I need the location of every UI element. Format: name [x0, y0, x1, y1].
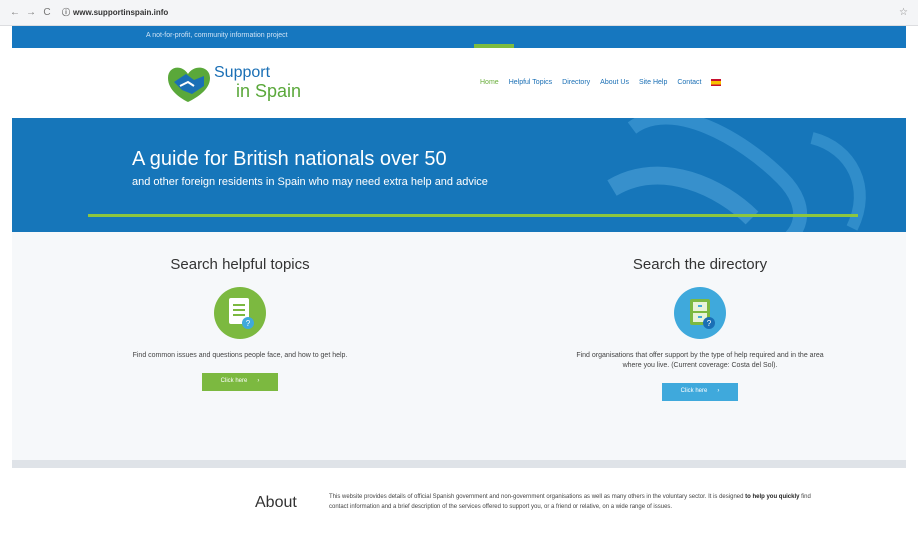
address-bar[interactable]: ⓘ www.supportinspain.info: [62, 7, 168, 18]
nav-helpful-topics[interactable]: Helpful Topics: [509, 79, 552, 86]
tagline: A not-for-profit, community information …: [146, 32, 288, 39]
info-icon[interactable]: ⓘ: [62, 7, 70, 18]
directory-column: Search the directory ? Find organisation…: [568, 232, 832, 401]
checklist-icon[interactable]: ?: [214, 287, 266, 339]
nav-directory[interactable]: Directory: [562, 79, 590, 86]
topics-button-label: Click here: [220, 378, 248, 384]
search-section: Search helpful topics ? Find common issu…: [12, 232, 906, 460]
about-text: This website provides details of officia…: [329, 492, 825, 512]
hero-title: A guide for British nationals over 50: [132, 148, 447, 170]
about-text-part1: This website provides details of officia…: [329, 494, 744, 500]
filing-cabinet-icon[interactable]: ?: [674, 287, 726, 339]
site-header: Support in Spain Home Helpful Topics Dir…: [12, 48, 906, 118]
nav-site-help[interactable]: Site Help: [639, 79, 667, 86]
brand-name-line1[interactable]: Support: [214, 64, 270, 82]
directory-description: Find organisations that offer support by…: [576, 352, 824, 369]
directory-click-here-button[interactable]: Click here ›: [662, 383, 738, 401]
topics-description: Find common issues and questions people …: [132, 352, 348, 359]
nav-home[interactable]: Home: [480, 79, 499, 86]
directory-title: Search the directory: [632, 256, 768, 273]
reload-button[interactable]: C: [40, 7, 54, 18]
nav-about-us[interactable]: About Us: [600, 79, 629, 86]
brand-name-line2[interactable]: in Spain: [236, 81, 301, 102]
url-text: www.supportinspain.info: [73, 8, 169, 17]
svg-text:?: ?: [707, 319, 712, 328]
main-nav: Home Helpful Topics Directory About Us S…: [480, 79, 722, 86]
hero-subtitle: and other foreign residents in Spain who…: [132, 176, 488, 188]
webpage: A not-for-profit, community information …: [12, 26, 906, 549]
arrow-right-icon: ›: [717, 388, 720, 394]
browser-toolbar: ← → C ⓘ www.supportinspain.info ☆: [0, 0, 918, 26]
forward-button[interactable]: →: [24, 7, 38, 18]
hero-banner: A guide for British nationals over 50 an…: [12, 118, 906, 232]
section-divider: [12, 460, 906, 468]
about-text-bold: to help you quickly: [745, 494, 800, 500]
svg-text:?: ?: [246, 319, 251, 328]
handshake-logo-icon[interactable]: [164, 60, 214, 104]
hero-divider: [88, 214, 858, 217]
topics-click-here-button[interactable]: Click here ›: [202, 373, 278, 391]
back-button[interactable]: ←: [8, 7, 22, 18]
arrow-right-icon: ›: [257, 378, 260, 384]
topics-column: Search helpful topics ? Find common issu…: [110, 232, 370, 391]
directory-button-label: Click here: [680, 388, 708, 394]
topics-title: Search helpful topics: [170, 256, 310, 273]
nav-contact[interactable]: Contact: [677, 79, 701, 86]
top-bar: A not-for-profit, community information …: [12, 26, 906, 48]
spanish-flag-icon[interactable]: [711, 79, 722, 86]
about-heading: About: [255, 494, 297, 511]
bookmark-star-icon[interactable]: ☆: [899, 7, 908, 18]
